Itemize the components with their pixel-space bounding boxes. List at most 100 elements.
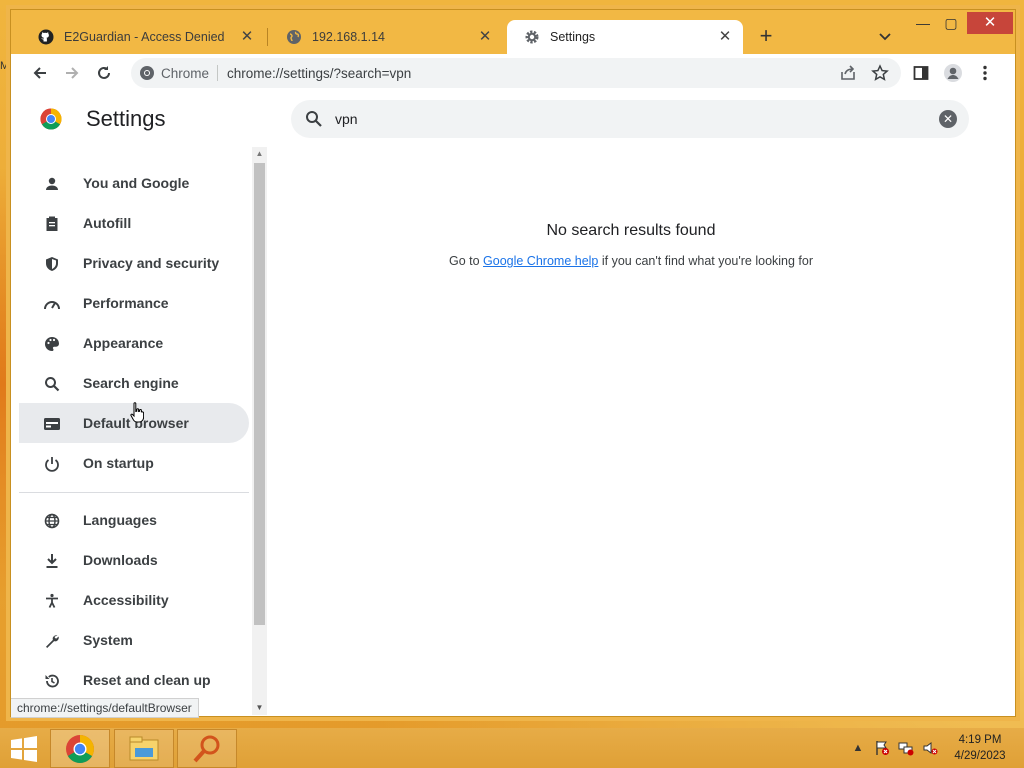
close-tab-icon[interactable]: ✕ bbox=[477, 29, 493, 45]
maximize-button[interactable]: ▢ bbox=[939, 12, 963, 34]
sidebar-item-accessibility[interactable]: Accessibility bbox=[19, 580, 249, 620]
close-tab-icon[interactable]: ✕ bbox=[239, 29, 255, 45]
close-window-button[interactable]: ✕ bbox=[967, 12, 1013, 34]
sidebar-item-search-engine[interactable]: Search engine bbox=[19, 363, 249, 403]
desktop-edge-label: M bbox=[0, 60, 10, 72]
new-tab-button[interactable]: + bbox=[756, 25, 776, 47]
settings-page: Settings ✕ You and Google Autofill Priva… bbox=[11, 92, 1015, 718]
speedometer-icon bbox=[43, 295, 61, 313]
person-icon bbox=[43, 175, 61, 193]
chrome-window: E2Guardian - Access Denied ✕ 192.168.1.1… bbox=[10, 9, 1016, 718]
show-hidden-icons-chevron-icon[interactable]: ▲ bbox=[850, 740, 866, 756]
clipboard-icon bbox=[43, 215, 61, 233]
url-text[interactable]: chrome://settings/?search=vpn bbox=[227, 66, 411, 81]
chrome-icon bbox=[139, 65, 155, 81]
sidebar-item-languages[interactable]: Languages bbox=[19, 500, 249, 540]
help-suffix: if you can't find what you're looking fo… bbox=[601, 254, 814, 268]
tab-search-chevron-icon[interactable] bbox=[877, 28, 893, 44]
omnibox-divider bbox=[217, 65, 218, 81]
back-button[interactable] bbox=[30, 63, 50, 83]
sidebar-item-on-startup[interactable]: On startup bbox=[19, 443, 249, 483]
taskbar-clock[interactable]: 4:19 PM 4/29/2023 bbox=[950, 732, 1010, 764]
search-results-area: No search results found Go to Google Chr… bbox=[271, 222, 991, 268]
accessibility-icon bbox=[43, 592, 61, 610]
tab-title: Settings bbox=[550, 30, 596, 44]
clock-date: 4/29/2023 bbox=[954, 750, 1006, 762]
more-menu-icon[interactable] bbox=[975, 63, 995, 83]
no-results-message: No search results found bbox=[546, 222, 716, 239]
taskbar-search-tool-app[interactable] bbox=[177, 729, 237, 768]
sidebar-item-label: Appearance bbox=[83, 335, 164, 351]
sidebar-item-privacy-and-security[interactable]: Privacy and security bbox=[19, 243, 249, 283]
share-icon[interactable] bbox=[839, 64, 857, 87]
reload-button[interactable] bbox=[94, 63, 114, 83]
tab-title: E2Guardian - Access Denied bbox=[64, 30, 225, 44]
page-title: Settings bbox=[86, 106, 166, 131]
mouse-pointer-hand-icon bbox=[130, 402, 145, 424]
globe-icon bbox=[43, 512, 61, 530]
sidebar-item-downloads[interactable]: Downloads bbox=[19, 540, 249, 580]
sidebar-item-performance[interactable]: Performance bbox=[19, 283, 249, 323]
tab-e2guardian[interactable]: E2Guardian - Access Denied ✕ bbox=[21, 20, 265, 54]
help-prefix: Go to bbox=[448, 254, 480, 268]
sidebar-item-label: Languages bbox=[83, 512, 157, 528]
minimize-button[interactable]: — bbox=[911, 12, 935, 34]
sidebar-item-label: Accessibility bbox=[83, 592, 169, 608]
help-hint: Go to Google Chrome help if you can't fi… bbox=[271, 254, 991, 268]
sidebar-item-autofill[interactable]: Autofill bbox=[19, 203, 249, 243]
sidebar-item-label: Downloads bbox=[83, 552, 158, 568]
scroll-up-arrow-icon[interactable]: ▲ bbox=[252, 147, 267, 161]
power-icon bbox=[43, 455, 61, 473]
github-icon bbox=[38, 29, 54, 45]
tab-settings[interactable]: Settings ✕ bbox=[507, 20, 743, 54]
sidebar-item-label: On startup bbox=[83, 455, 154, 471]
search-icon bbox=[305, 110, 323, 133]
settings-search-box[interactable]: ✕ bbox=[291, 100, 969, 138]
clock-time: 4:19 PM bbox=[958, 734, 1002, 746]
settings-header: Settings ✕ bbox=[11, 92, 1007, 148]
palette-icon bbox=[43, 335, 61, 353]
chrome-help-link[interactable]: Google Chrome help bbox=[483, 254, 598, 268]
settings-search-input[interactable] bbox=[335, 108, 895, 130]
tab-title: 192.168.1.14 bbox=[312, 30, 385, 44]
gear-icon bbox=[524, 29, 540, 45]
clear-search-icon[interactable]: ✕ bbox=[939, 110, 957, 128]
action-center-flag-icon[interactable] bbox=[874, 740, 890, 756]
sidebar-item-label: Search engine bbox=[83, 375, 179, 391]
profile-avatar-icon[interactable] bbox=[943, 63, 963, 83]
close-tab-icon[interactable]: ✕ bbox=[717, 29, 733, 45]
status-bar-url: chrome://settings/defaultBrowser bbox=[11, 698, 199, 718]
site-label: Chrome bbox=[161, 66, 210, 81]
volume-muted-icon[interactable] bbox=[922, 740, 938, 756]
shield-icon bbox=[43, 255, 61, 273]
folder-icon bbox=[129, 736, 159, 760]
sidebar-item-system[interactable]: System bbox=[19, 620, 249, 660]
sidebar-divider bbox=[19, 492, 249, 493]
chrome-icon bbox=[66, 734, 94, 763]
address-bar[interactable]: Chrome chrome://settings/?search=vpn bbox=[131, 58, 901, 88]
scroll-down-arrow-icon[interactable]: ▼ bbox=[252, 701, 267, 715]
sidebar-item-appearance[interactable]: Appearance bbox=[19, 323, 249, 363]
scrollbar-thumb[interactable] bbox=[254, 163, 265, 625]
sidebar-item-label: Reset and clean up bbox=[83, 672, 211, 688]
browser-toolbar: Chrome chrome://settings/?search=vpn bbox=[11, 54, 1015, 92]
reset-icon bbox=[43, 672, 61, 690]
network-icon[interactable] bbox=[898, 740, 914, 756]
forward-button[interactable] bbox=[62, 63, 82, 83]
browser-window-icon bbox=[43, 415, 61, 433]
side-panel-icon[interactable] bbox=[911, 63, 931, 83]
sidebar-item-reset-and-clean-up[interactable]: Reset and clean up bbox=[19, 660, 249, 700]
sidebar-scrollbar[interactable]: ▲ ▼ bbox=[252, 147, 267, 715]
taskbar-file-explorer-app[interactable] bbox=[114, 729, 174, 768]
chrome-logo-icon bbox=[40, 108, 62, 130]
taskbar-chrome-app[interactable] bbox=[50, 729, 110, 768]
sidebar-item-you-and-google[interactable]: You and Google bbox=[19, 163, 249, 203]
tab-192-168-1-14[interactable]: 192.168.1.14 ✕ bbox=[269, 20, 503, 54]
windows-start-button[interactable] bbox=[9, 736, 39, 762]
settings-sidebar: You and Google Autofill Privacy and secu… bbox=[11, 152, 251, 712]
wrench-icon bbox=[43, 632, 61, 650]
sidebar-item-label: Autofill bbox=[83, 215, 132, 231]
magnifier-icon bbox=[193, 735, 220, 762]
tab-divider bbox=[267, 28, 268, 46]
bookmark-star-icon[interactable] bbox=[871, 64, 889, 87]
